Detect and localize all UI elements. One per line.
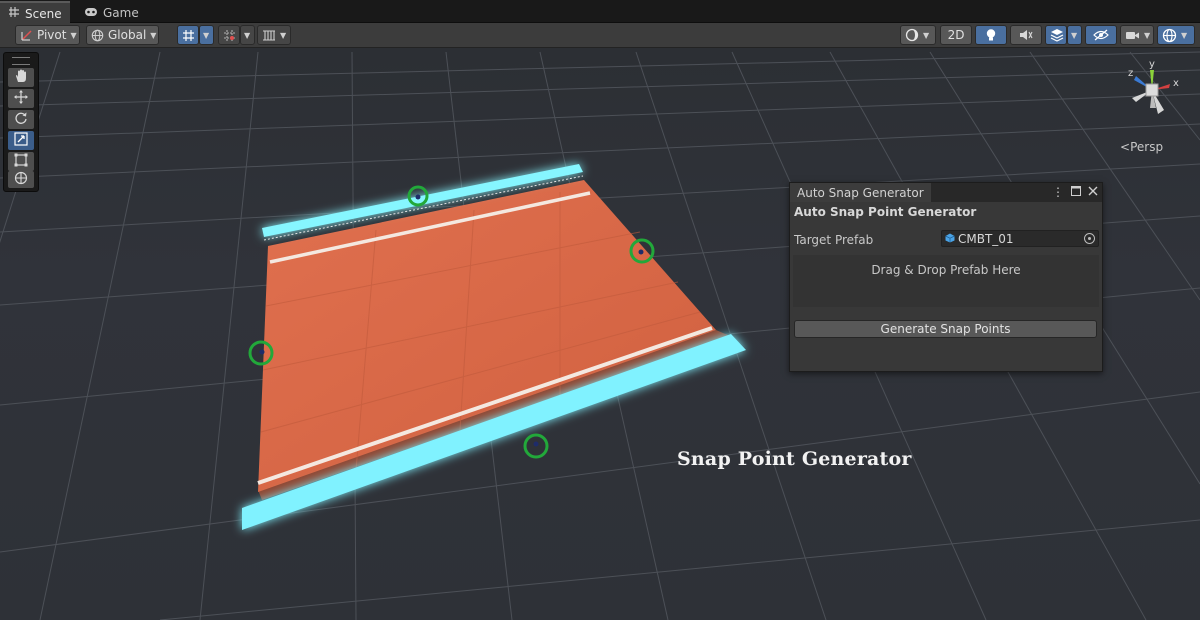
hand-icon (14, 69, 28, 86)
target-prefab-field[interactable]: CMBT_01 (941, 230, 1099, 247)
pivot-label: Pivot (37, 28, 67, 42)
drop-zone-text: Drag & Drop Prefab Here (871, 263, 1021, 277)
generate-button-label: Generate Snap Points (880, 322, 1011, 336)
maximize-icon[interactable] (1071, 185, 1081, 199)
window-tab-bar: Scene Game (0, 0, 1200, 24)
2d-label: 2D (947, 28, 965, 42)
scene-toolbar: Pivot ▼ Global ▼ ▼ ▼ ▼ ▼ 2D ▼ ▼ ▼ (0, 23, 1200, 48)
effects-toggle[interactable] (1045, 25, 1067, 45)
globe-icon (91, 29, 104, 42)
move-tool-button[interactable] (8, 89, 34, 108)
gizmo-center-cube[interactable] (1145, 83, 1159, 97)
kebab-menu-icon[interactable]: ⋮ (1052, 185, 1064, 199)
chevron-down-icon: ▼ (1181, 30, 1188, 40)
prefab-cube-icon (945, 232, 955, 246)
chevron-down-icon: ▼ (150, 30, 157, 40)
panel-controls: ⋮ (1052, 185, 1098, 199)
rect-icon (14, 153, 28, 170)
increment-snap-icon (223, 29, 236, 42)
tab-scene[interactable]: Scene (0, 1, 70, 24)
tab-scene-label: Scene (25, 6, 62, 21)
chevron-down-icon: ▼ (203, 30, 210, 40)
axis-y-label: y (1149, 59, 1155, 70)
drag-handle[interactable] (12, 57, 30, 65)
chevron-down-icon: ▼ (244, 30, 251, 40)
increment-snap-dropdown[interactable]: ▼ (240, 25, 255, 45)
transform-tool-button[interactable] (8, 171, 34, 188)
chevron-down-icon: ▼ (1071, 30, 1078, 40)
gizmo-globe-icon (1162, 28, 1177, 43)
object-picker-icon[interactable] (1084, 233, 1095, 244)
caption-title: Snap Point Generator (677, 448, 912, 470)
gizmos-dropdown[interactable]: ▼ (1157, 25, 1195, 45)
move-icon (14, 90, 28, 107)
2d-toggle-button[interactable]: 2D (940, 25, 972, 45)
close-icon[interactable] (1088, 185, 1098, 199)
projection-label: Persp (1130, 140, 1164, 154)
tab-game-label: Game (103, 5, 139, 20)
lightbulb-icon (985, 28, 997, 42)
rotate-tool-button[interactable] (8, 110, 34, 129)
speaker-muted-icon (1019, 29, 1033, 41)
auto-snap-generator-window: Auto Snap Generator ⋮ Auto Snap Point Ge… (789, 182, 1103, 372)
grid-snap-toggle[interactable] (177, 25, 199, 45)
track-tile (242, 164, 746, 530)
layers-icon (1050, 28, 1064, 42)
grid-visibility-dropdown[interactable]: ▼ (257, 25, 291, 45)
panel-header: Auto Snap Generator ⋮ (790, 183, 1102, 202)
grid-icon (8, 6, 20, 21)
chevron-down-icon: ▼ (1144, 30, 1151, 40)
ruler-icon (262, 29, 276, 42)
rect-tool-button[interactable] (8, 152, 34, 171)
effects-dropdown[interactable]: ▼ (1067, 25, 1082, 45)
transform-icon (14, 171, 28, 188)
global-label: Global (108, 28, 147, 42)
grid-snap-dropdown[interactable]: ▼ (199, 25, 214, 45)
panel-tab-title: Auto Snap Generator (797, 185, 924, 200)
shading-sphere-icon (905, 28, 919, 42)
generate-snap-points-button[interactable]: Generate Snap Points (794, 320, 1097, 338)
lighting-toggle[interactable] (975, 25, 1007, 45)
target-prefab-value: CMBT_01 (958, 231, 1014, 246)
increment-snap-toggle[interactable] (218, 25, 240, 45)
prefab-drop-zone[interactable]: Drag & Drop Prefab Here (793, 255, 1099, 307)
chevron-down-icon: ▼ (70, 30, 77, 40)
axis-z-label: z (1128, 68, 1133, 79)
grid-snap-icon (182, 29, 195, 42)
eye-hidden-icon (1093, 29, 1109, 41)
global-dropdown[interactable]: Global ▼ (86, 25, 159, 45)
axis-x-label: x (1173, 78, 1179, 89)
target-prefab-label: Target Prefab (794, 233, 874, 247)
pivot-dropdown[interactable]: Pivot ▼ (15, 25, 80, 45)
gamepad-icon (84, 6, 98, 20)
persp-arrow-icon: < (1120, 140, 1131, 154)
panel-heading: Auto Snap Point Generator (794, 205, 977, 219)
scale-icon (14, 132, 28, 149)
tab-game[interactable]: Game (76, 3, 147, 22)
tool-palette (3, 52, 39, 192)
panel-tab[interactable]: Auto Snap Generator (790, 183, 931, 202)
pivot-icon (20, 29, 33, 42)
audio-toggle[interactable] (1010, 25, 1042, 45)
chevron-down-icon: ▼ (923, 30, 930, 40)
orientation-gizmo[interactable]: y z x (1112, 58, 1192, 128)
camera-icon (1125, 30, 1140, 41)
rotate-icon (14, 111, 28, 128)
scale-tool-button[interactable] (8, 131, 34, 150)
camera-dropdown[interactable]: ▼ (1120, 25, 1154, 45)
chevron-down-icon: ▼ (280, 30, 287, 40)
projection-toggle[interactable]: <Persp (1120, 140, 1163, 154)
draw-mode-dropdown[interactable]: ▼ (900, 25, 936, 45)
hand-tool-button[interactable] (8, 68, 34, 87)
scene-visibility-toggle[interactable] (1085, 25, 1117, 45)
